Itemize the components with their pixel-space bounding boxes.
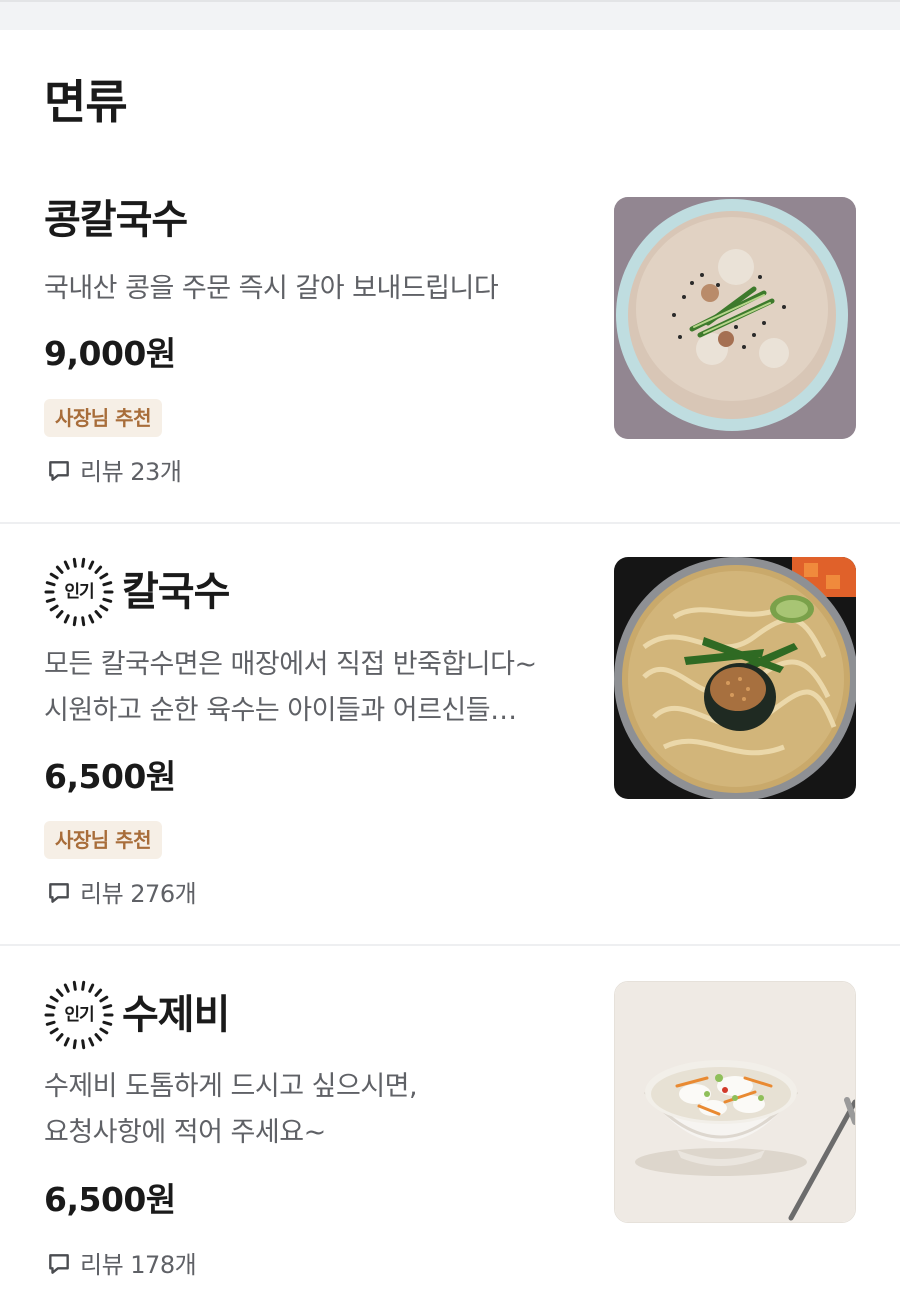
- item-description: 국내산 콩을 주문 즉시 갈아 보내드립니다: [44, 266, 574, 312]
- item-name: 칼국수: [122, 569, 230, 615]
- menu-item-kalguksu[interactable]: 인기 칼국수 모든 칼국수면은 매장에서 직접 반죽합니다~ 시원하고 순한 육…: [0, 524, 900, 946]
- section-title: 면류: [44, 75, 128, 129]
- owner-recommend-badge: 사장님 추천: [44, 821, 162, 859]
- item-description: 모든 칼국수면은 매장에서 직접 반죽합니다~ 시원하고 순한 육수는 아이들과…: [44, 642, 574, 734]
- review-count[interactable]: 리뷰 276개: [46, 874, 197, 908]
- item-price: 6,500원: [44, 757, 176, 796]
- popular-badge: 인기: [44, 980, 114, 1050]
- comment-icon: [49, 460, 69, 481]
- item-description: 수제비 도톰하게 드시고 싶으시면, 요청사항에 적어 주세요~: [44, 1064, 574, 1156]
- item-price: 6,500원: [44, 1180, 176, 1219]
- kalguksu-photo[interactable]: [614, 557, 856, 799]
- review-label: 리뷰 23개: [80, 457, 182, 486]
- description-line: 수제비 도톰하게 드시고 싶으시면,: [44, 1071, 418, 1102]
- menu-item-sujebi[interactable]: 인기 수제비 수제비 도톰하게 드시고 싶으시면, 요청사항에 적어 주세요~ …: [0, 946, 900, 1313]
- comment-icon: [49, 1253, 69, 1274]
- owner-recommend-badge: 사장님 추천: [44, 399, 162, 437]
- review-label: 리뷰 178개: [80, 1250, 197, 1279]
- review-count[interactable]: 리뷰 178개: [46, 1245, 197, 1279]
- sujebi-photo[interactable]: [614, 981, 856, 1223]
- popular-label: 인기: [64, 1005, 94, 1025]
- description-line: 요청사항에 적어 주세요~: [44, 1117, 326, 1148]
- menu-item-kongkalguksu[interactable]: 콩칼국수 국내산 콩을 주문 즉시 갈아 보내드립니다 9,000원 사장님 추…: [0, 166, 900, 524]
- comment-icon: [49, 882, 69, 903]
- description-line: 모든 칼국수면은 매장에서 직접 반죽합니다~: [44, 649, 537, 680]
- description-line: 국내산 콩을 주문 즉시 갈아 보내드립니다: [44, 273, 499, 304]
- item-title-row: 콩칼국수: [44, 184, 188, 256]
- item-title-row: 인기 칼국수: [44, 556, 230, 628]
- review-label: 리뷰 276개: [80, 879, 197, 908]
- description-line: 시원하고 순한 육수는 아이들과 어르신들…: [44, 695, 517, 726]
- kongguksu-photo[interactable]: [614, 197, 856, 439]
- popular-badge: 인기: [44, 557, 114, 627]
- review-count[interactable]: 리뷰 23개: [46, 452, 182, 486]
- top-strip: [0, 0, 900, 30]
- popular-label: 인기: [64, 582, 94, 602]
- item-name: 수제비: [122, 992, 230, 1038]
- item-name: 콩칼국수: [44, 197, 188, 243]
- item-price: 9,000원: [44, 334, 176, 373]
- item-title-row: 인기 수제비: [44, 979, 230, 1051]
